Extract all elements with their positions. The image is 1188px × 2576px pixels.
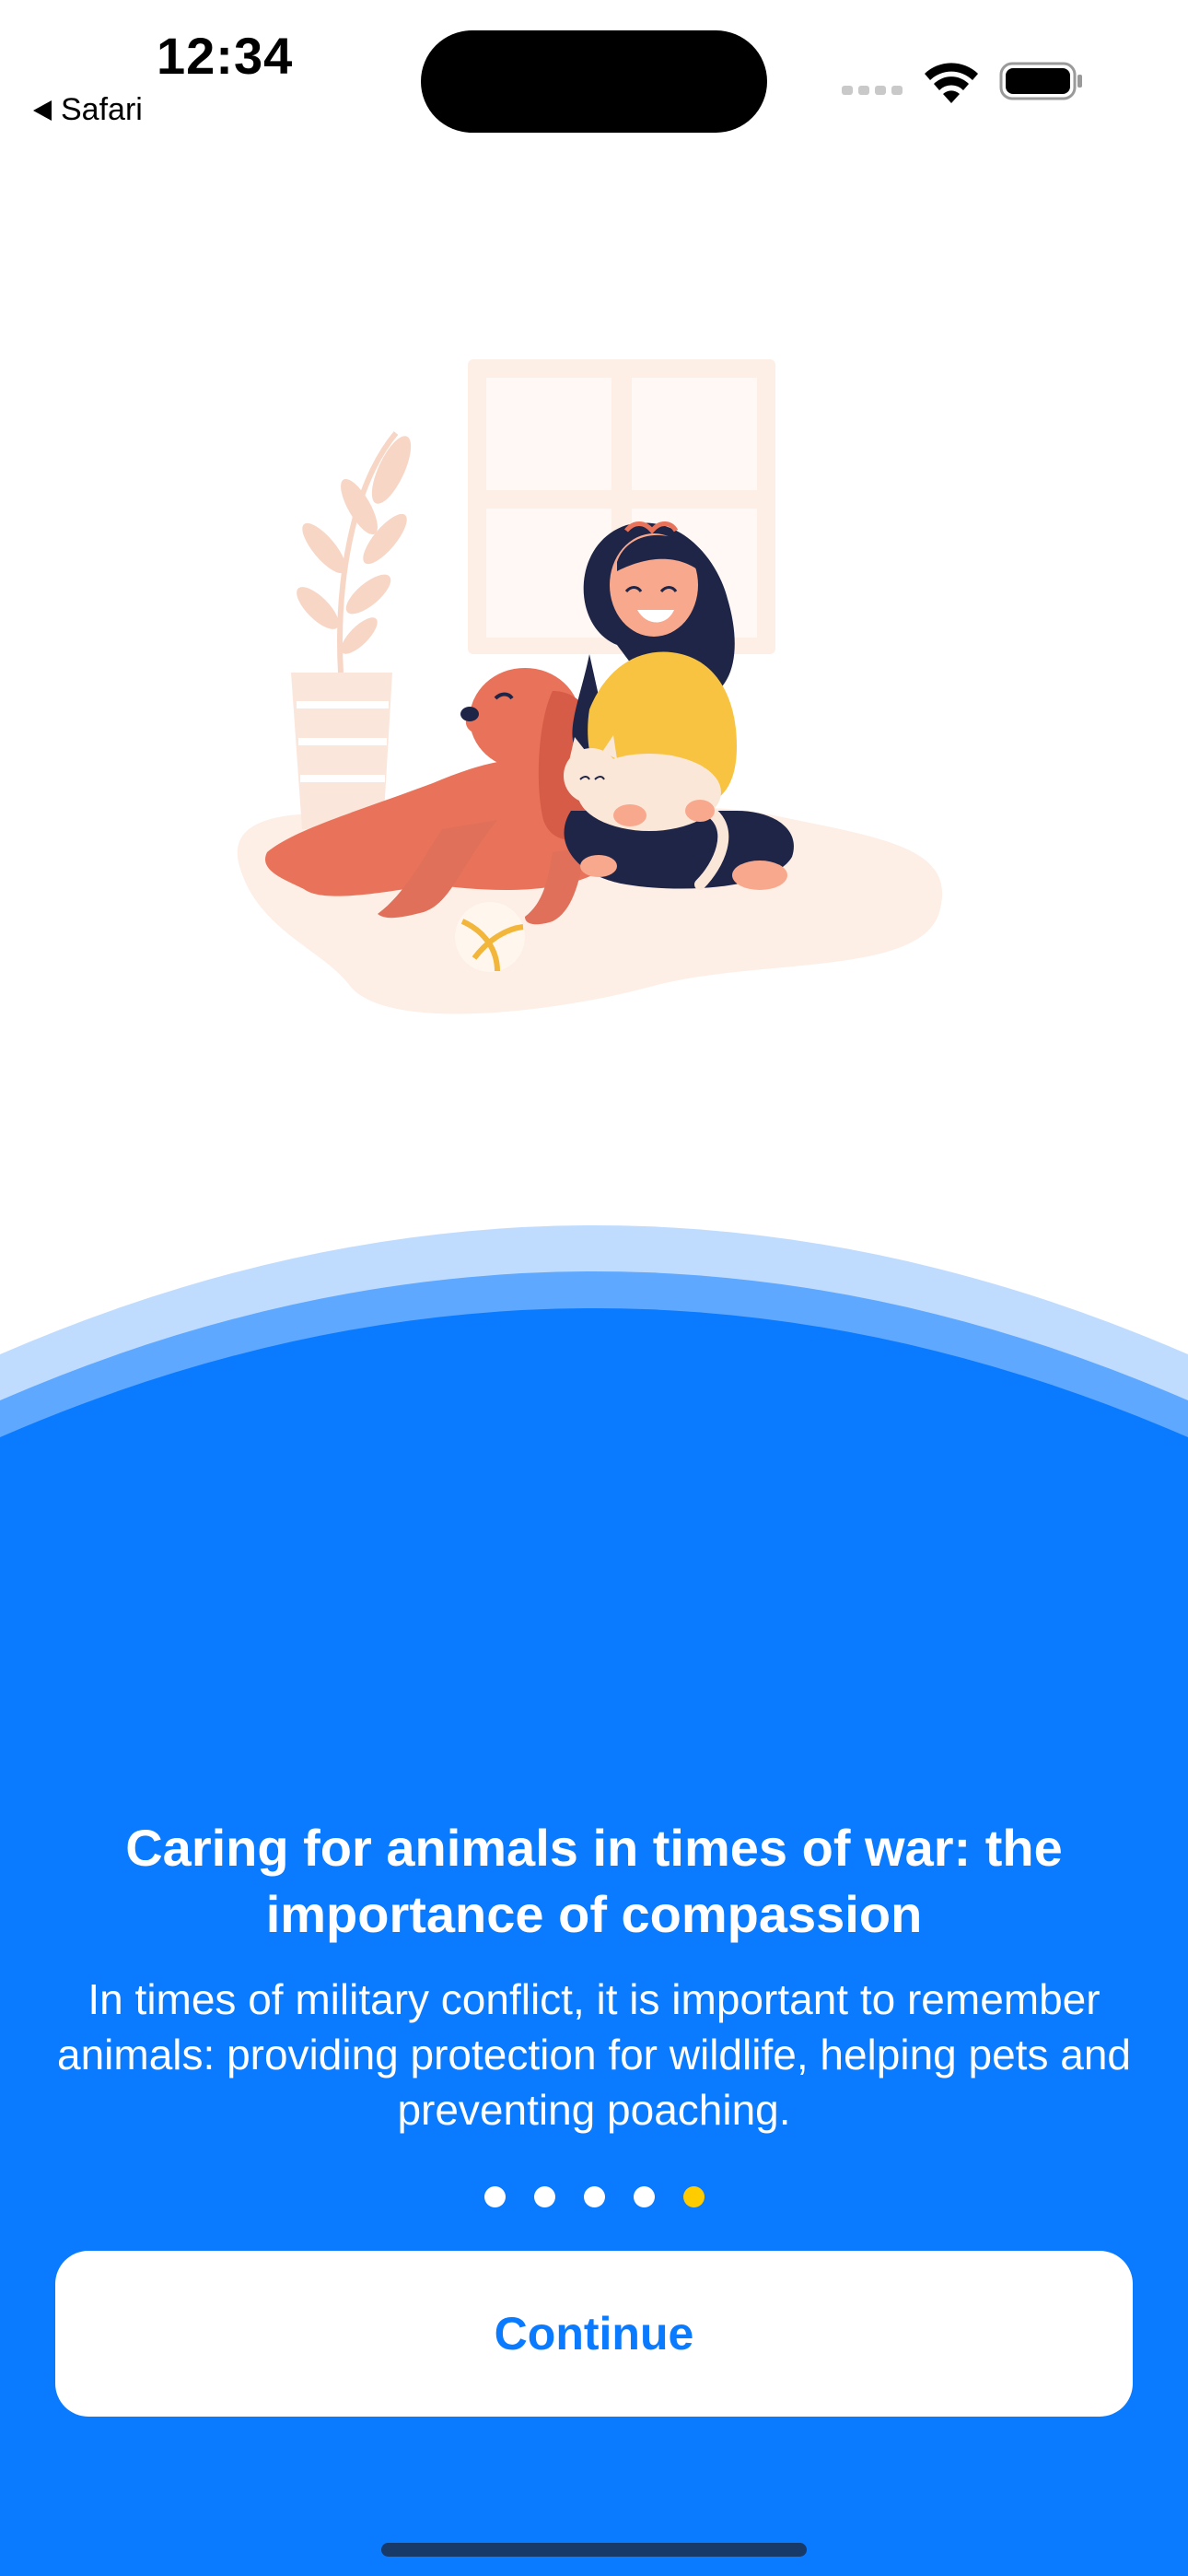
woman-with-dog-and-cat-illustration [237, 359, 943, 1014]
onboarding-title: Caring for animals in times of war: the … [125, 1819, 1063, 1943]
back-link-label: Safari [61, 92, 143, 127]
page-indicator[interactable] [0, 2186, 1188, 2207]
battery-icon [999, 62, 1082, 100]
clock: 12:34 [157, 27, 294, 85]
wifi-icon [925, 63, 978, 103]
page-dot-2[interactable] [533, 2186, 555, 2207]
page-dot-4[interactable] [633, 2186, 655, 2207]
cellular-signal-icon [842, 86, 903, 95]
back-to-safari-link[interactable]: Safari [33, 92, 143, 128]
page-dot-5-active[interactable] [682, 2186, 705, 2207]
page-dot-3[interactable] [583, 2186, 605, 2207]
continue-button[interactable]: Continue [55, 2251, 1133, 2417]
dynamic-island [421, 30, 767, 133]
status-bar: 12:34 Safari [0, 0, 1188, 157]
page-dot-1[interactable] [483, 2186, 506, 2207]
home-indicator[interactable] [381, 2543, 807, 2557]
back-arrow-icon [33, 100, 52, 121]
onboarding-description: In times of military conflict, it is imp… [57, 1975, 1131, 2134]
